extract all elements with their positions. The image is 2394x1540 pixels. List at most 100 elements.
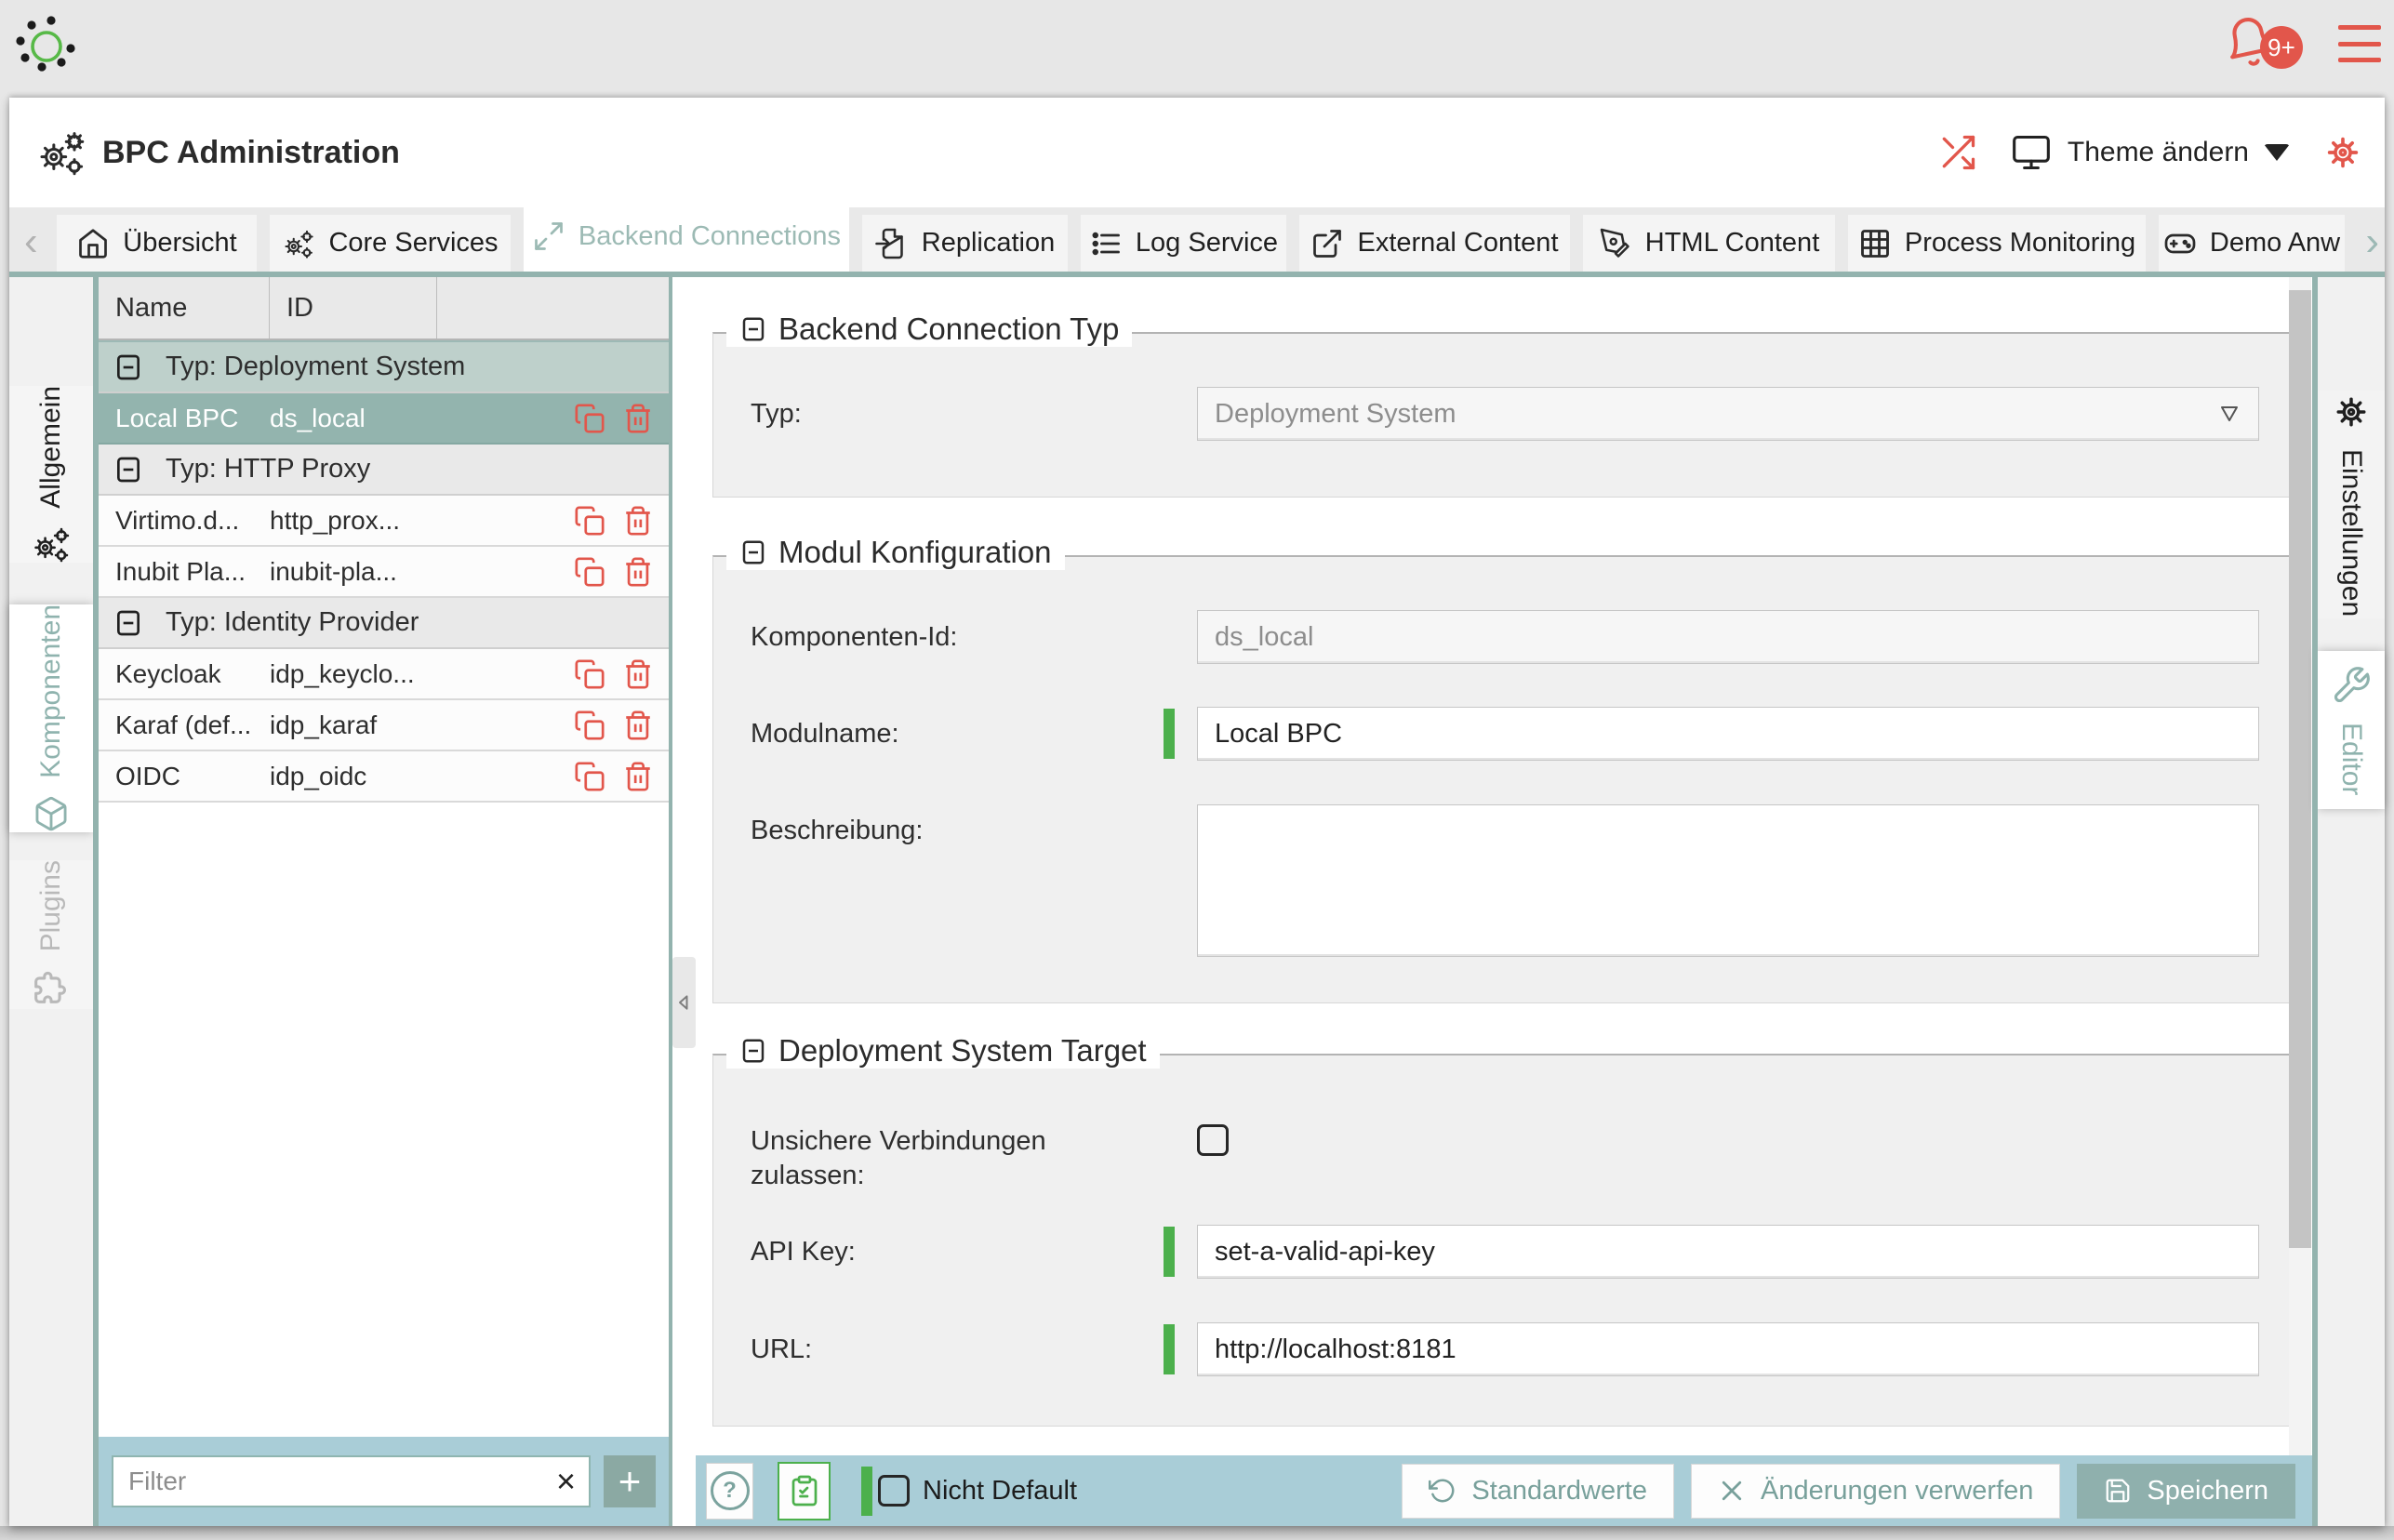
clear-filter-icon[interactable]: ×	[556, 1465, 576, 1498]
content-area: Allgemein Komponenten Plugins Name ID Ty…	[9, 277, 2385, 1526]
changelog-button[interactable]	[778, 1461, 831, 1520]
tab-backend-connections[interactable]: Backend Connections	[524, 207, 849, 272]
right-tab-einstellungen[interactable]: Einstellungen	[2318, 391, 2385, 618]
connections-table: Name ID Typ: Deployment System Local BPC…	[99, 277, 669, 1526]
undo-icon	[1429, 1479, 1455, 1503]
unsichere-verbindungen-label: Unsichere Verbindungen zulassen:	[751, 1126, 1046, 1190]
section-backend-connection-typ: Backend Connection Typ Typ: Deployment S…	[712, 312, 2292, 498]
gear-icon	[2336, 397, 2366, 427]
collapse-minus-icon[interactable]	[739, 538, 767, 566]
aenderungen-verwerfen-button[interactable]: Änderungen verwerfen	[1690, 1463, 2061, 1519]
window-titlebar: BPC Administration Theme ändern	[9, 98, 2385, 207]
scrollbar-thumb[interactable]	[2289, 290, 2311, 1248]
sidebar-tab-komponenten[interactable]: Komponenten	[9, 604, 93, 832]
tab-uebersicht[interactable]: Übersicht	[57, 215, 257, 272]
filter-input[interactable]	[126, 1466, 556, 1497]
tab-core-services[interactable]: Core Services	[270, 215, 511, 272]
trash-icon[interactable]	[622, 403, 654, 434]
dropdown-triangle-icon	[2221, 406, 2238, 421]
tab-demo-anwendung[interactable]: Demo Anw	[2159, 215, 2345, 272]
copy-icon[interactable]	[574, 761, 605, 792]
sidebar-tab-plugins[interactable]: Plugins	[9, 860, 93, 1009]
komponenten-id-label: Komponenten-Id:	[751, 621, 958, 652]
modified-indicator	[861, 1466, 872, 1516]
copy-icon[interactable]	[574, 556, 605, 588]
page-title: BPC Administration	[102, 134, 400, 170]
sidebar-tab-allgemein[interactable]: Allgemein	[9, 386, 93, 563]
shuffle-icon[interactable]	[1937, 132, 1978, 173]
modulname-label: Modulname:	[751, 718, 899, 749]
collapse-minus-icon[interactable]	[739, 1037, 767, 1065]
copy-icon[interactable]	[574, 658, 605, 690]
trash-icon[interactable]	[622, 556, 654, 588]
form-footer-bar: ? Nicht Default Standardwerte Änderungen…	[696, 1455, 2318, 1526]
beschreibung-field[interactable]	[1197, 804, 2259, 957]
column-header-name[interactable]: Name	[99, 277, 270, 339]
monitor-icon	[2012, 135, 2050, 170]
right-tab-editor[interactable]: Editor	[2318, 651, 2385, 809]
table-row[interactable]: Inubit Pla... inubit-pla...	[99, 547, 669, 598]
tab-html-content[interactable]: HTML Content	[1583, 215, 1835, 272]
collapse-minus-icon[interactable]	[113, 352, 143, 382]
help-button[interactable]: ?	[706, 1462, 753, 1520]
table-row[interactable]: Local BPC ds_local	[99, 393, 669, 445]
window-shadow	[0, 1526, 2394, 1540]
tab-log-service[interactable]: Log Service	[1081, 215, 1286, 272]
external-link-icon	[1313, 229, 1342, 258]
copy-icon[interactable]	[574, 710, 605, 741]
pen-icon	[1600, 228, 1629, 258]
api-key-field[interactable]	[1197, 1225, 2259, 1279]
tab-replication[interactable]: Replication	[862, 215, 1068, 272]
collapse-panel-handle[interactable]	[672, 957, 696, 1048]
nicht-default-label: Nicht Default	[923, 1475, 1078, 1506]
nicht-default-checkbox[interactable]	[878, 1475, 910, 1507]
expand-arrows-icon	[535, 222, 563, 250]
top-application-bar: 9+	[0, 0, 2394, 87]
tab-scroll-left[interactable]: ‹	[24, 215, 38, 269]
column-header-id[interactable]: ID	[270, 277, 437, 339]
notifications-button[interactable]: 9+	[2223, 11, 2303, 76]
typ-select[interactable]: Deployment System	[1197, 387, 2259, 441]
group-row-http-proxy[interactable]: Typ: HTTP Proxy	[99, 445, 669, 496]
collapse-minus-icon[interactable]	[739, 315, 767, 343]
table-grid-icon	[1860, 229, 1889, 258]
table-row[interactable]: Karaf (def... idp_karaf	[99, 700, 669, 751]
chevron-down-icon	[2264, 144, 2290, 161]
cube-icon	[35, 796, 67, 831]
table-header: Name ID	[99, 277, 669, 340]
trash-icon[interactable]	[622, 710, 654, 741]
copy-icon[interactable]	[574, 505, 605, 537]
tab-external-content[interactable]: External Content	[1299, 215, 1570, 272]
list-icon	[1092, 232, 1120, 255]
beschreibung-label: Beschreibung:	[751, 816, 924, 845]
table-row[interactable]: Virtimo.d... http_prox...	[99, 496, 669, 547]
section-deployment-system-target: Deployment System Target Unsichere Verbi…	[712, 1033, 2292, 1427]
table-row[interactable]: OIDC idp_oidc	[99, 751, 669, 803]
collapse-minus-icon[interactable]	[113, 455, 143, 485]
settings-gear-button[interactable]	[2321, 131, 2364, 174]
section-title: Deployment System Target	[778, 1033, 1147, 1068]
trash-icon[interactable]	[622, 658, 654, 690]
trash-icon[interactable]	[622, 761, 654, 792]
theme-switcher[interactable]: Theme ändern	[2010, 132, 2290, 173]
url-label: URL:	[751, 1334, 813, 1364]
unsichere-verbindungen-checkbox[interactable]	[1197, 1124, 1229, 1156]
speichern-button[interactable]: Speichern	[2077, 1463, 2295, 1519]
add-connection-button[interactable]: +	[604, 1455, 656, 1507]
group-row-identity-provider[interactable]: Typ: Identity Provider	[99, 598, 669, 649]
collapse-minus-icon[interactable]	[113, 608, 143, 638]
hamburger-menu-icon[interactable]	[2338, 25, 2381, 62]
group-row-deployment-system[interactable]: Typ: Deployment System	[99, 340, 669, 393]
notification-count-badge: 9+	[2260, 26, 2303, 69]
tab-process-monitoring[interactable]: Process Monitoring	[1848, 215, 2146, 272]
right-accent-line	[2312, 277, 2318, 1526]
url-field[interactable]	[1197, 1322, 2259, 1376]
vertical-scrollbar[interactable]	[2289, 277, 2311, 1455]
table-row[interactable]: Keycloak idp_keyclo...	[99, 649, 669, 700]
modulname-field[interactable]	[1197, 707, 2259, 761]
tab-scroll-right[interactable]: ›	[2365, 215, 2379, 269]
komponenten-id-field[interactable]	[1197, 610, 2259, 664]
trash-icon[interactable]	[622, 505, 654, 537]
copy-icon[interactable]	[574, 403, 605, 434]
standardwerte-button[interactable]: Standardwerte	[1402, 1463, 1674, 1519]
